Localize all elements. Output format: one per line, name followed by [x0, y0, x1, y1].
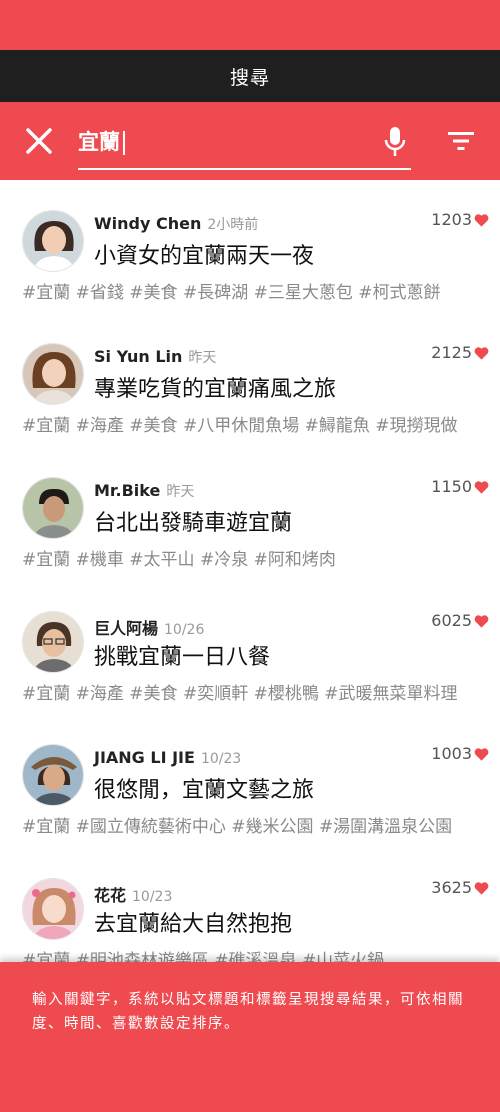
result-item[interactable]: 花花 10/23 去宜蘭給大自然抱抱 3625 #宜蘭 #明池森林遊樂區 #礁溪溫… — [0, 848, 500, 962]
post-time: 10/26 — [164, 622, 205, 638]
author-name: Windy Chen 2小時前 — [94, 214, 259, 233]
feature-description: 輸入關鍵字，系統以貼文標題和標籤呈現搜尋結果，可依相關度、時間、喜歡數設定排序。 — [32, 992, 464, 1032]
like-count: 6025 — [431, 611, 489, 630]
author-name: JIANG LI JIE 10/23 — [94, 748, 242, 767]
search-bar: 宜蘭 — [0, 102, 500, 180]
heart-icon — [474, 747, 489, 761]
avatar — [22, 343, 84, 405]
author-name: Mr.Bike 昨天 — [94, 481, 195, 500]
author-name: 巨人阿楊 10/26 — [94, 619, 205, 638]
like-count: 2125 — [431, 343, 489, 362]
post-time: 昨天 — [166, 484, 195, 500]
app-bar: 搜尋 — [0, 50, 500, 102]
result-item[interactable]: 巨人阿楊 10/26 挑戰宜蘭一日八餐 6025 #宜蘭 #海產 #美食 #奕順軒… — [0, 581, 500, 711]
avatar — [22, 744, 84, 806]
text-caret — [123, 131, 125, 155]
like-count: 1203 — [431, 210, 489, 229]
post-time: 昨天 — [188, 350, 217, 366]
close-icon — [26, 128, 52, 154]
post-title: 小資女的宜蘭兩天一夜 — [94, 244, 315, 269]
result-item[interactable]: Mr.Bike 昨天 台北出發騎車遊宜蘭 1150 #宜蘭 #機車 #太平山 #冷… — [0, 447, 500, 577]
post-title: 挑戰宜蘭一日八餐 — [94, 645, 271, 670]
post-tags: #宜蘭 #海產 #美食 #奕順軒 #櫻桃鴨 #武暖無菜單料理 — [22, 684, 458, 704]
filter-icon — [448, 132, 474, 150]
top-status-area — [0, 0, 500, 50]
result-item[interactable]: Si Yun Lin 昨天 專業吃貨的宜蘭痛風之旅 2125 #宜蘭 #海產 #美… — [0, 313, 500, 443]
heart-icon — [474, 614, 489, 628]
post-tags: #宜蘭 #明池森林遊樂區 #礁溪溫泉 #山菜火鍋 — [22, 951, 385, 962]
post-title: 很悠閒，宜蘭文藝之旅 — [94, 778, 315, 803]
sort-filter-button[interactable] — [447, 130, 475, 152]
avatar — [22, 477, 84, 539]
avatar — [22, 210, 84, 272]
author-name: Si Yun Lin 昨天 — [94, 347, 217, 366]
mic-icon — [384, 127, 406, 156]
avatar — [22, 878, 84, 940]
post-title: 專業吃貨的宜蘭痛風之旅 — [94, 377, 337, 402]
like-count: 1150 — [431, 477, 489, 496]
voice-search-button[interactable] — [383, 126, 407, 158]
author-name: 花花 10/23 — [94, 886, 173, 905]
heart-icon — [474, 480, 489, 494]
post-time: 2小時前 — [207, 217, 259, 233]
close-button[interactable] — [22, 124, 56, 158]
search-query: 宜蘭 — [78, 130, 120, 154]
description-panel: 輸入關鍵字，系統以貼文標題和標籤呈現搜尋結果，可依相關度、時間、喜歡數設定排序。 — [0, 962, 500, 1112]
result-item[interactable]: Windy Chen 2小時前 小資女的宜蘭兩天一夜 1203 #宜蘭 #省錢 #… — [0, 180, 500, 310]
search-input[interactable]: 宜蘭 — [78, 124, 411, 170]
post-time: 10/23 — [132, 889, 173, 905]
heart-icon — [474, 213, 489, 227]
post-title: 台北出發騎車遊宜蘭 — [94, 511, 293, 536]
result-item[interactable]: JIANG LI JIE 10/23 很悠閒，宜蘭文藝之旅 1003 #宜蘭 #國… — [0, 714, 500, 844]
avatar — [22, 611, 84, 673]
post-title: 去宜蘭給大自然抱抱 — [94, 912, 293, 937]
post-time: 10/23 — [200, 751, 242, 767]
post-tags: #宜蘭 #國立傳統藝術中心 #幾米公園 #湯圍溝溫泉公園 — [22, 817, 453, 837]
search-results-list: Windy Chen 2小時前 小資女的宜蘭兩天一夜 1203 #宜蘭 #省錢 #… — [0, 180, 500, 962]
page-title: 搜尋 — [229, 66, 270, 89]
heart-icon — [474, 346, 489, 360]
post-tags: #宜蘭 #機車 #太平山 #冷泉 #阿和烤肉 — [22, 550, 336, 570]
heart-icon — [474, 881, 489, 895]
like-count: 3625 — [431, 878, 489, 897]
post-tags: #宜蘭 #省錢 #美食 #長碑湖 #三星大蔥包 #柯式蔥餅 — [22, 283, 441, 303]
post-tags: #宜蘭 #海產 #美食 #八甲休閒魚場 #鱘龍魚 #現撈現做 — [22, 416, 458, 436]
like-count: 1003 — [431, 744, 489, 763]
